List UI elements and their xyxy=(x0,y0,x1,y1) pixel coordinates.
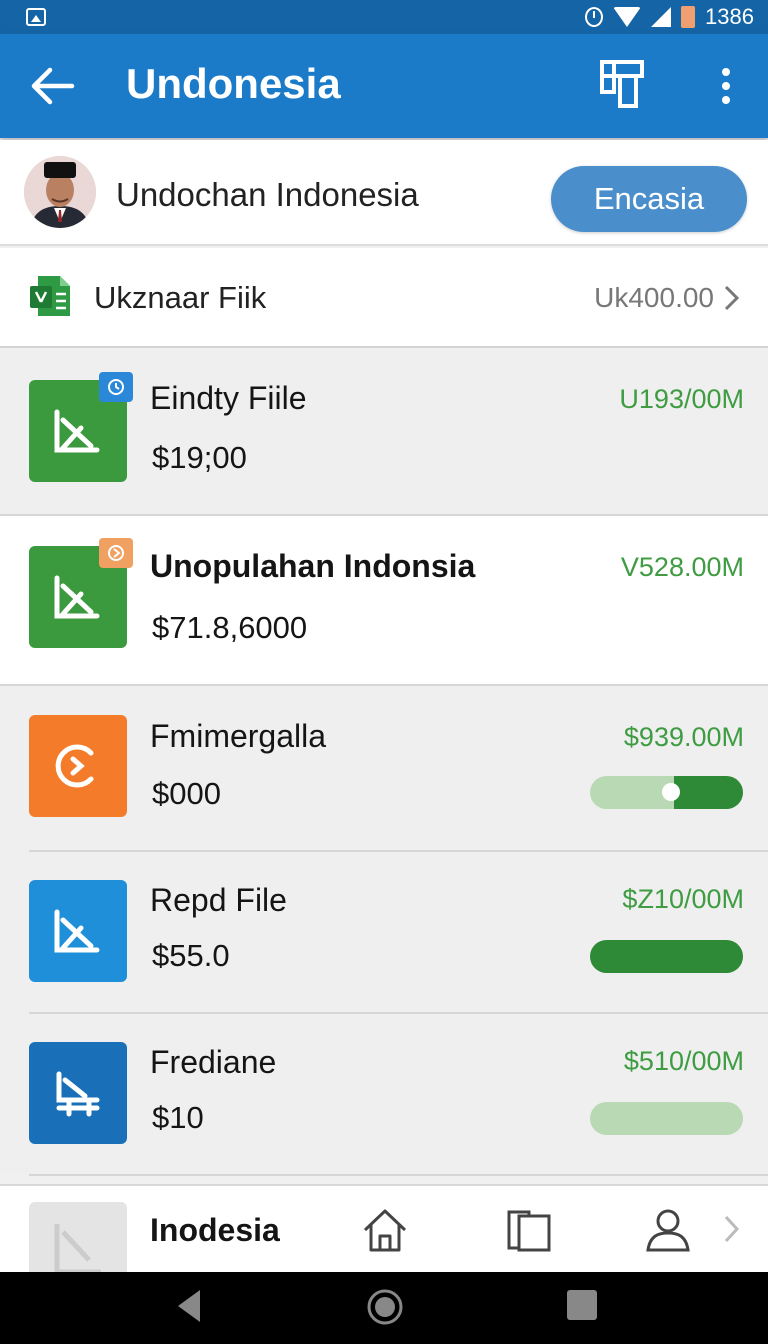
chevron-right-icon[interactable] xyxy=(722,1214,742,1244)
file-title: Eindty Fiile xyxy=(150,380,307,416)
divider xyxy=(29,1174,768,1176)
file-price: $19;00 xyxy=(152,440,247,475)
chart-file-icon xyxy=(29,538,133,648)
status-bar: 1386 xyxy=(0,0,768,34)
list-item[interactable]: Unopulahan Indonsia $71.8,6000 V528.00M xyxy=(0,516,768,684)
file-price: $10 xyxy=(152,1100,204,1135)
summary-label: Ukznaar Fiik xyxy=(94,280,267,315)
encasia-button[interactable]: Encasia xyxy=(551,166,747,232)
summary-row[interactable]: Ukznaar Fiik Uk400.00 xyxy=(0,248,768,348)
nav-label: Inodesia xyxy=(150,1212,280,1248)
system-nav-bar xyxy=(0,1272,768,1344)
file-amount: $510/00M xyxy=(623,1046,744,1076)
progress-bar[interactable] xyxy=(590,1102,743,1135)
progress-fill xyxy=(674,776,743,809)
chart-file-icon xyxy=(29,372,133,482)
system-back-icon[interactable] xyxy=(174,1288,204,1324)
app-bar: Undonesia xyxy=(0,34,768,138)
list-item[interactable]: Fmimergalla $000 $939.00M xyxy=(0,686,768,850)
spreadsheet-icon xyxy=(30,276,70,316)
list-item[interactable]: Eindty Fiile $19;00 U193/00M xyxy=(0,350,768,514)
avatar[interactable] xyxy=(24,156,96,228)
summary-value: Uk400.00 xyxy=(594,282,714,313)
file-title: Unopulahan Indonsia xyxy=(150,548,476,584)
status-time: 1386 xyxy=(705,4,754,29)
refresh-icon xyxy=(29,715,127,817)
file-title: Repd File xyxy=(150,882,287,918)
system-recents-icon[interactable] xyxy=(565,1288,599,1322)
back-button[interactable] xyxy=(28,64,76,108)
system-home-icon[interactable] xyxy=(366,1288,404,1326)
chart-file-icon xyxy=(29,880,127,982)
bottom-nav: Inodesia xyxy=(0,1184,768,1272)
file-price: $000 xyxy=(152,776,221,811)
list-item[interactable]: Repd File $55.0 $Z10/00M xyxy=(0,852,768,1012)
alarm-icon xyxy=(585,7,604,27)
battery-icon xyxy=(681,6,696,28)
file-amount: V528.00M xyxy=(620,552,744,582)
play-icon xyxy=(99,538,133,568)
progress-knob[interactable] xyxy=(662,783,680,801)
chair-icon xyxy=(29,1042,127,1144)
image-icon xyxy=(26,8,46,26)
more-vert-icon xyxy=(722,68,730,76)
progress-bar[interactable] xyxy=(590,776,743,809)
clock-icon xyxy=(99,372,133,402)
profile-icon[interactable] xyxy=(644,1206,692,1254)
page-title: Undonesia xyxy=(126,60,341,107)
file-amount: $Z10/00M xyxy=(622,884,744,914)
file-thumbnail[interactable] xyxy=(29,1202,127,1272)
file-amount: $939.00M xyxy=(623,722,744,752)
file-price: $55.0 xyxy=(152,938,230,973)
profile-row: Undochan Indonesia Encasia xyxy=(0,140,768,246)
chevron-right-icon xyxy=(724,285,740,311)
arrow-left-icon xyxy=(31,67,75,105)
layout-icon xyxy=(600,60,644,108)
file-price: $71.8,6000 xyxy=(152,610,308,645)
file-title: Frediane xyxy=(150,1044,277,1080)
progress-fill xyxy=(590,940,743,973)
profile-name: Undochan Indonesia xyxy=(116,176,419,213)
layout-button[interactable] xyxy=(598,58,648,112)
file-title: Fmimergalla xyxy=(150,718,327,754)
wifi-icon xyxy=(613,7,642,27)
list-item[interactable]: Frediane $10 $510/00M xyxy=(0,1014,768,1174)
progress-bar[interactable] xyxy=(590,940,743,973)
more-menu-button[interactable] xyxy=(712,64,740,108)
file-amount: U193/00M xyxy=(619,384,744,414)
home-icon[interactable] xyxy=(361,1206,409,1254)
signal-icon xyxy=(651,7,672,27)
tabs-icon[interactable] xyxy=(505,1206,553,1254)
